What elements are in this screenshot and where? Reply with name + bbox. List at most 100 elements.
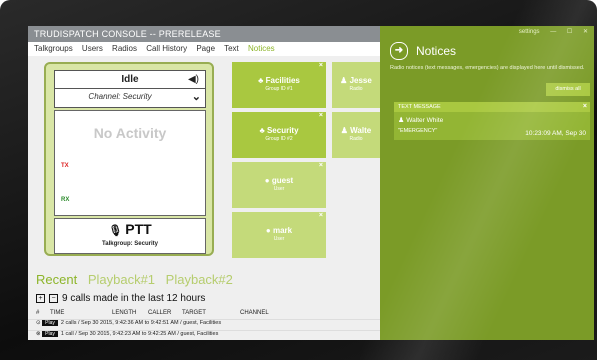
- col-length: LENGTH: [112, 310, 137, 316]
- tile-name-text: guest: [271, 176, 294, 185]
- chat-icon: ●: [265, 226, 273, 235]
- tile-name: ♟ Walte: [332, 126, 380, 135]
- tile-name: ● mark: [232, 226, 326, 235]
- tile-name: ♣ Facilities: [232, 76, 326, 85]
- calls-table-header: # TIME LENGTH CALLER TARGET CHANNEL: [28, 309, 380, 319]
- window-title: TRUDISPATCH CONSOLE -- PRERELEASE: [28, 26, 380, 42]
- tile-sub: Radio: [349, 136, 363, 142]
- tile-sub: Radio: [349, 86, 363, 92]
- tile-sub: User: [273, 236, 285, 242]
- calls-summary: 9 calls made in the last 12 hours: [62, 293, 206, 304]
- tile-walter[interactable]: ♟ Walte Radio: [332, 112, 380, 158]
- message-body: "EMERGENCY": [398, 128, 438, 134]
- notices-panel: settings — ☐ ✕ ➜ Notices Radio notices (t…: [380, 26, 594, 340]
- close-button[interactable]: ✕: [583, 29, 588, 35]
- activity-panel: No Activity TX RX: [54, 110, 206, 216]
- tile-name-text: mark: [272, 226, 293, 235]
- menu-bar: Talkgroups Users Radios Call History Pag…: [28, 42, 380, 56]
- group-icon: ♣: [258, 76, 266, 85]
- settings-link[interactable]: settings: [519, 29, 540, 35]
- ptt-talkgroup: Talkgroup: Security: [102, 241, 158, 247]
- tile-name: ● guest: [232, 176, 326, 185]
- message-sender-row: ♟ Walter White 10:23:09 AM, Sep 30: [398, 116, 586, 137]
- tile-security[interactable]: × ♣ Security Group ID #2: [232, 112, 326, 158]
- ptt-button[interactable]: 🎙 PTT Talkgroup: Security: [54, 218, 206, 254]
- ptt-label: PTT: [125, 221, 152, 237]
- notices-description: Radio notices (text messages, emergencie…: [390, 65, 585, 71]
- user-icon: ♟: [340, 76, 350, 85]
- menu-call-history[interactable]: Call History: [146, 44, 187, 53]
- ptt-label-row: 🎙 PTT: [55, 221, 205, 237]
- menu-radios[interactable]: Radios: [112, 44, 137, 53]
- play-button[interactable]: Play: [42, 331, 58, 337]
- col-time: TIME: [50, 310, 65, 316]
- tab-playback-1[interactable]: Playback#1: [88, 272, 155, 287]
- microphone-icon: 🎙: [108, 225, 123, 237]
- message-type: TEXT MESSAGE: [398, 104, 441, 110]
- col-caller: CALLER: [148, 310, 172, 316]
- tile-name: ♟ Jesse: [332, 76, 380, 85]
- tile-sub: Group ID #1: [265, 86, 293, 92]
- col-number: #: [36, 310, 40, 316]
- window-controls: settings — ☐ ✕: [510, 28, 588, 35]
- close-icon[interactable]: ×: [583, 102, 587, 112]
- message-sender: Walter White: [406, 117, 444, 124]
- tile-facilities[interactable]: × ♣ Facilities Group ID #1: [232, 62, 326, 108]
- tile-name-text: Walte: [350, 126, 372, 135]
- dismiss-all-button[interactable]: dismiss all: [546, 83, 590, 96]
- menu-text[interactable]: Text: [224, 44, 239, 53]
- col-target: TARGET: [182, 310, 206, 316]
- close-icon[interactable]: ×: [319, 62, 323, 69]
- close-icon[interactable]: ×: [319, 162, 323, 169]
- chevron-down-icon[interactable]: ⌄: [192, 90, 201, 103]
- notices-header: ➜ Notices: [390, 42, 590, 60]
- chat-icon: ●: [264, 176, 272, 185]
- arrow-right-icon[interactable]: ➜: [390, 42, 408, 60]
- menu-notices[interactable]: Notices: [248, 44, 275, 53]
- recent-tabs: Recent Playback#1 Playback#2: [36, 272, 380, 290]
- col-channel: CHANNEL: [240, 310, 269, 316]
- app-screen: TRUDISPATCH CONSOLE -- PRERELEASE Talkgr…: [28, 26, 594, 340]
- close-icon[interactable]: ×: [319, 112, 323, 119]
- menu-talkgroups[interactable]: Talkgroups: [34, 44, 73, 53]
- collapse-icon[interactable]: −: [49, 294, 58, 303]
- group-icon: ♣: [259, 126, 267, 135]
- table-row[interactable]: ⊙ Play 2 calls / Sep 30 2015, 9:42:36 AM …: [28, 319, 380, 329]
- speaker-icon[interactable]: ◀): [188, 74, 199, 85]
- channel-label: Channel: Security: [88, 92, 152, 101]
- text-message-card: TEXT MESSAGE × ♟ Walter White 10:23:09 AM…: [394, 102, 590, 140]
- channel-select[interactable]: Channel: Security ⌄: [55, 88, 205, 107]
- tile-name-text: Jesse: [349, 76, 372, 85]
- message-type-header: TEXT MESSAGE ×: [394, 102, 590, 112]
- tile-guest[interactable]: × ● guest User: [232, 162, 326, 208]
- tab-recent[interactable]: Recent: [36, 272, 77, 287]
- notices-title: Notices: [416, 44, 457, 58]
- tile-sub: User: [273, 186, 285, 192]
- message-time: 10:23:09 AM, Sep 30: [525, 130, 586, 137]
- menu-page[interactable]: Page: [196, 44, 215, 53]
- table-row[interactable]: ⊗ Play 1 call / Sep 30 2015, 9:42:23 AM t…: [28, 330, 380, 340]
- status-box: Idle ◀) Channel: Security ⌄: [54, 70, 206, 108]
- close-icon[interactable]: ×: [319, 212, 323, 219]
- minimize-button[interactable]: —: [550, 29, 556, 35]
- row-text: 2 calls / Sep 30 2015, 9:42:36 AM to 9:4…: [60, 320, 222, 326]
- tab-playback-2[interactable]: Playback#2: [166, 272, 233, 287]
- calls-summary-row: + −9 calls made in the last 12 hours: [36, 293, 380, 307]
- tile-jesse[interactable]: ♟ Jesse Radio: [332, 62, 380, 108]
- tile-name-text: Facilities: [265, 76, 300, 85]
- rx-label: RX: [61, 197, 70, 203]
- tile-sub: Group ID #2: [265, 136, 293, 142]
- activity-label: No Activity: [93, 125, 167, 141]
- tx-label: TX: [61, 163, 69, 169]
- status-label: Idle: [121, 74, 139, 85]
- tile-name-text: Security: [266, 126, 299, 135]
- expand-icon[interactable]: +: [36, 294, 45, 303]
- menu-users[interactable]: Users: [82, 44, 103, 53]
- radio-card: Idle ◀) Channel: Security ⌄ No Activity …: [44, 62, 214, 256]
- play-button[interactable]: Play: [42, 320, 58, 326]
- row-text: 1 call / Sep 30 2015, 9:42:23 AM to 9:42…: [60, 331, 219, 337]
- maximize-button[interactable]: ☐: [567, 29, 572, 35]
- tile-mark[interactable]: × ● mark User: [232, 212, 326, 258]
- tile-name: ♣ Security: [232, 126, 326, 135]
- user-icon: ♟: [340, 126, 351, 135]
